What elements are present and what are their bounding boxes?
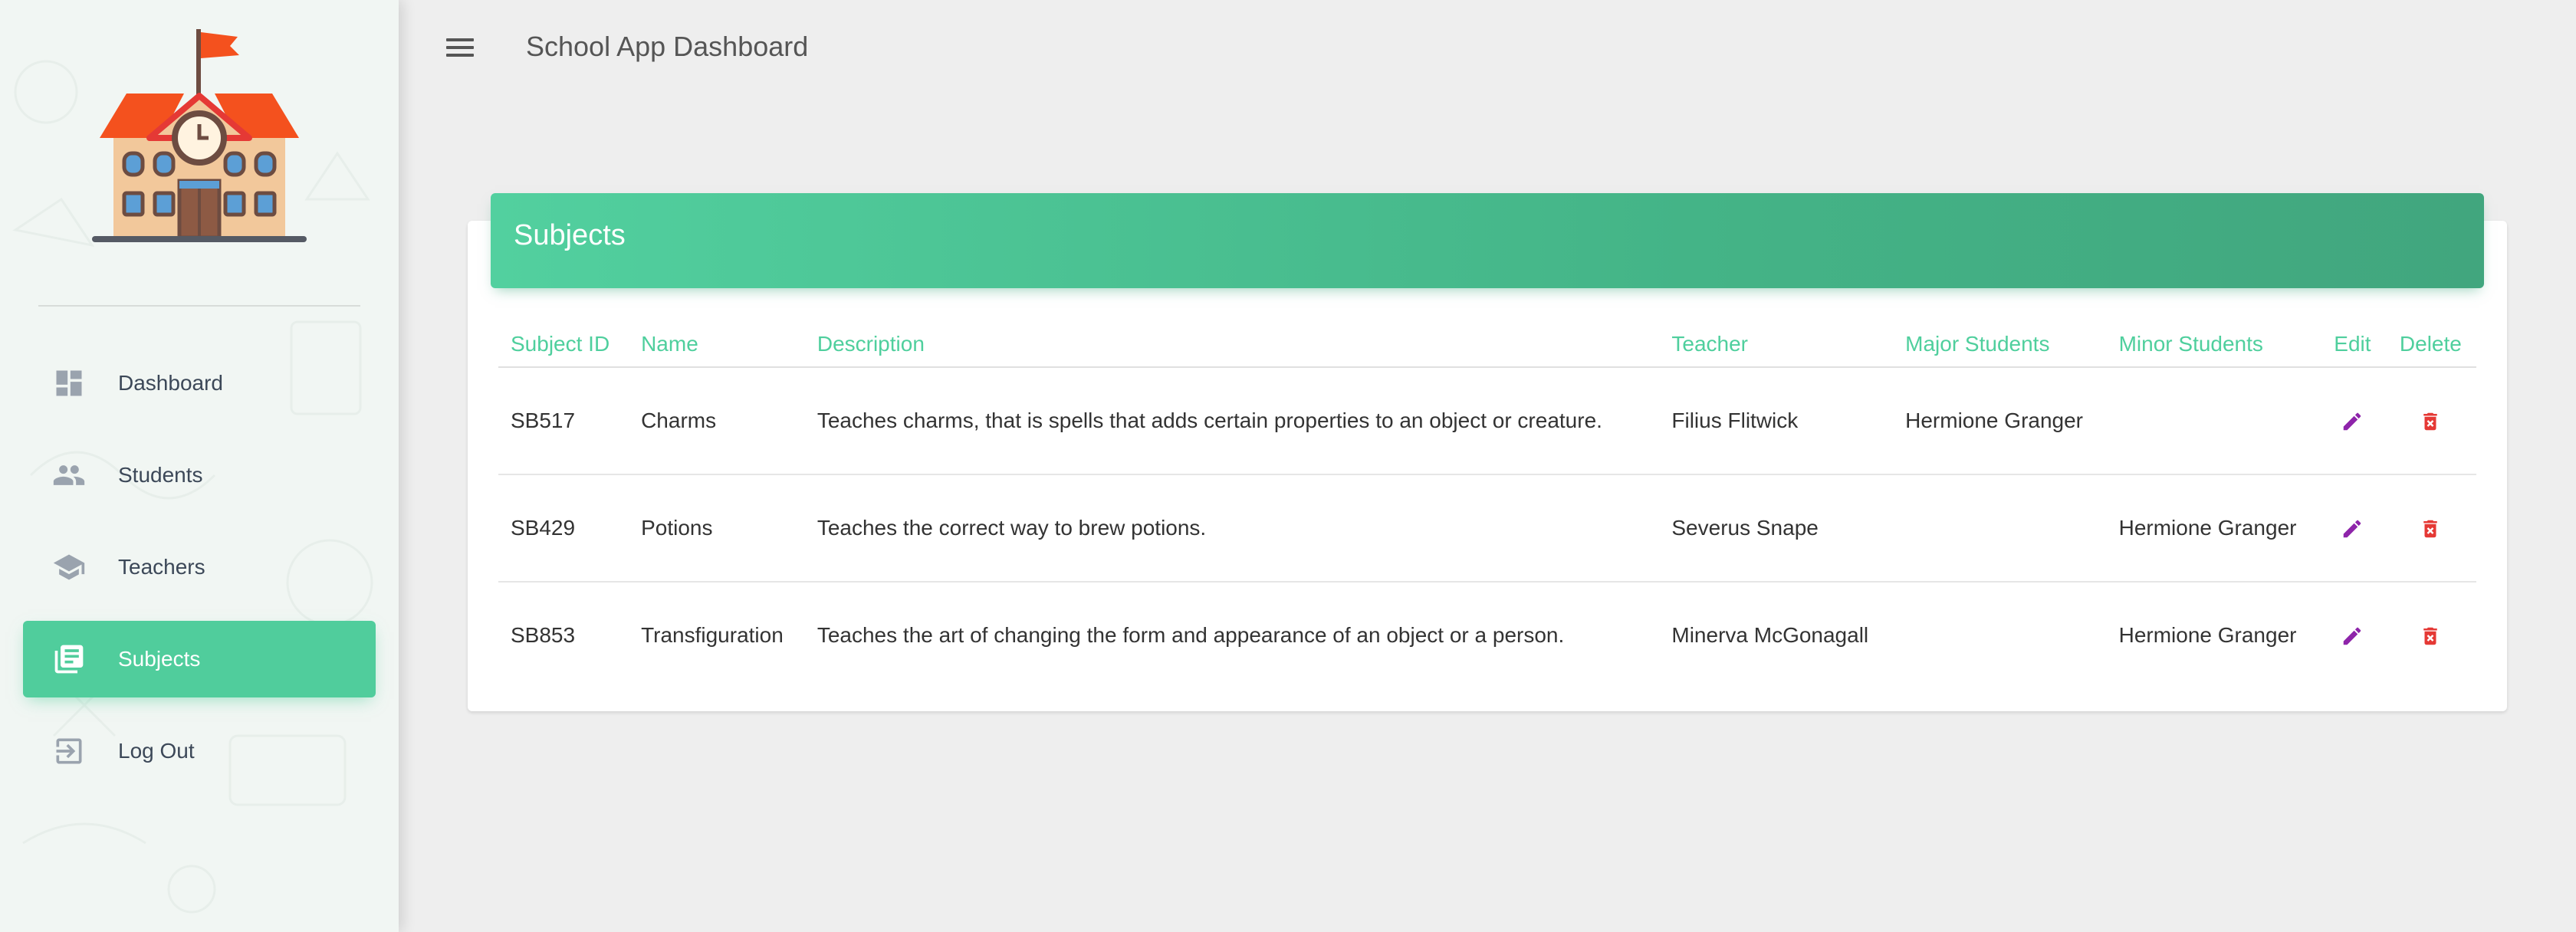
people-icon [51, 457, 87, 494]
sidebar-item-students[interactable]: Students [23, 437, 376, 514]
sidebar: Dashboard Students Teachers Subjects Log… [0, 0, 399, 932]
delete-forever-icon [2423, 413, 2438, 431]
column-header: Major Students [1893, 322, 2107, 368]
sidebar-item-label: Students [118, 463, 203, 487]
table-row: SB429 Potions Teaches the correct way to… [498, 474, 2476, 582]
delete-forever-icon [2423, 628, 2438, 645]
school-building-icon [92, 29, 307, 242]
cell-teacher: Filius Flitwick [1659, 367, 1894, 475]
sidebar-item-dashboard[interactable]: Dashboard [23, 345, 376, 422]
cell-major-students [1893, 582, 2106, 688]
edit-button[interactable] [2320, 367, 2385, 475]
pencil-icon [2344, 628, 2361, 645]
sidebar-divider [38, 305, 360, 307]
edit-button[interactable] [2320, 582, 2385, 688]
cell-description: Teaches the correct way to brew potions. [804, 474, 1660, 582]
cell-description: Teaches charms, that is spells that adds… [804, 367, 1660, 475]
cell-minor-students: Hermione Granger [2106, 474, 2321, 582]
sidebar-item-teachers[interactable]: Teachers [23, 529, 376, 605]
card-title: Subjects [514, 219, 626, 251]
pencil-icon [2344, 413, 2361, 431]
column-header: Teacher [1659, 322, 1894, 368]
school-logo [77, 23, 322, 253]
cell-subject-id: SB429 [498, 474, 629, 582]
column-header: Name [629, 322, 805, 368]
sidebar-item-label: Dashboard [118, 371, 223, 395]
column-header: Edit [2320, 322, 2385, 368]
cell-major-students: Hermione Granger [1893, 367, 2107, 475]
cell-teacher: Minerva McGonagall [1671, 623, 1869, 647]
dashboard-icon [51, 365, 87, 402]
pencil-icon [2344, 520, 2361, 538]
cell-description: Teaches the art of changing the form and… [816, 623, 1565, 647]
cell-name: Potions [629, 474, 805, 582]
cell-minor-students [2106, 367, 2321, 475]
column-header: Minor Students [2106, 322, 2321, 368]
cell-name: Transfiguration [641, 623, 784, 647]
card-header: Subjects [491, 193, 2484, 288]
sidebar-item-label: Log Out [118, 739, 195, 763]
sidebar-nav: Dashboard Students Teachers Subjects Log… [23, 345, 376, 805]
cell-major-students [1893, 474, 2107, 582]
school-cap-icon [51, 549, 87, 586]
cell-subject-id: SB517 [498, 367, 629, 475]
library-books-icon [51, 641, 87, 678]
delete-button[interactable] [2384, 474, 2476, 582]
cell-subject-id: SB853 [511, 623, 576, 647]
hamburger-menu-icon[interactable] [440, 34, 480, 64]
sidebar-item-label: Teachers [118, 555, 205, 579]
sidebar-item-logout[interactable]: Log Out [23, 713, 376, 789]
cell-name: Charms [629, 367, 805, 475]
subjects-table: Subject ID Name Description Teacher Majo… [498, 322, 2476, 688]
table-row: SB853 Transfiguration Teaches the art of… [498, 582, 2476, 688]
cell-minor-students: Hermione Granger [2118, 623, 2297, 647]
edit-button[interactable] [2320, 474, 2385, 582]
sidebar-item-subjects[interactable]: Subjects [23, 621, 376, 697]
delete-button[interactable] [2385, 582, 2476, 688]
delete-forever-icon [2423, 520, 2438, 538]
column-header: Description [804, 322, 1660, 368]
table-header-row: Subject ID Name Description Teacher Majo… [498, 322, 2476, 368]
table-row: SB517 Charms Teaches charms, that is spe… [498, 367, 2476, 475]
exit-icon [51, 733, 87, 770]
column-header: Subject ID [498, 322, 629, 368]
sidebar-item-label: Subjects [118, 647, 201, 671]
column-header: Delete [2384, 322, 2476, 368]
delete-button[interactable] [2384, 367, 2476, 475]
page-title: School App Dashboard [526, 31, 809, 62]
cell-teacher: Severus Snape [1659, 474, 1894, 582]
